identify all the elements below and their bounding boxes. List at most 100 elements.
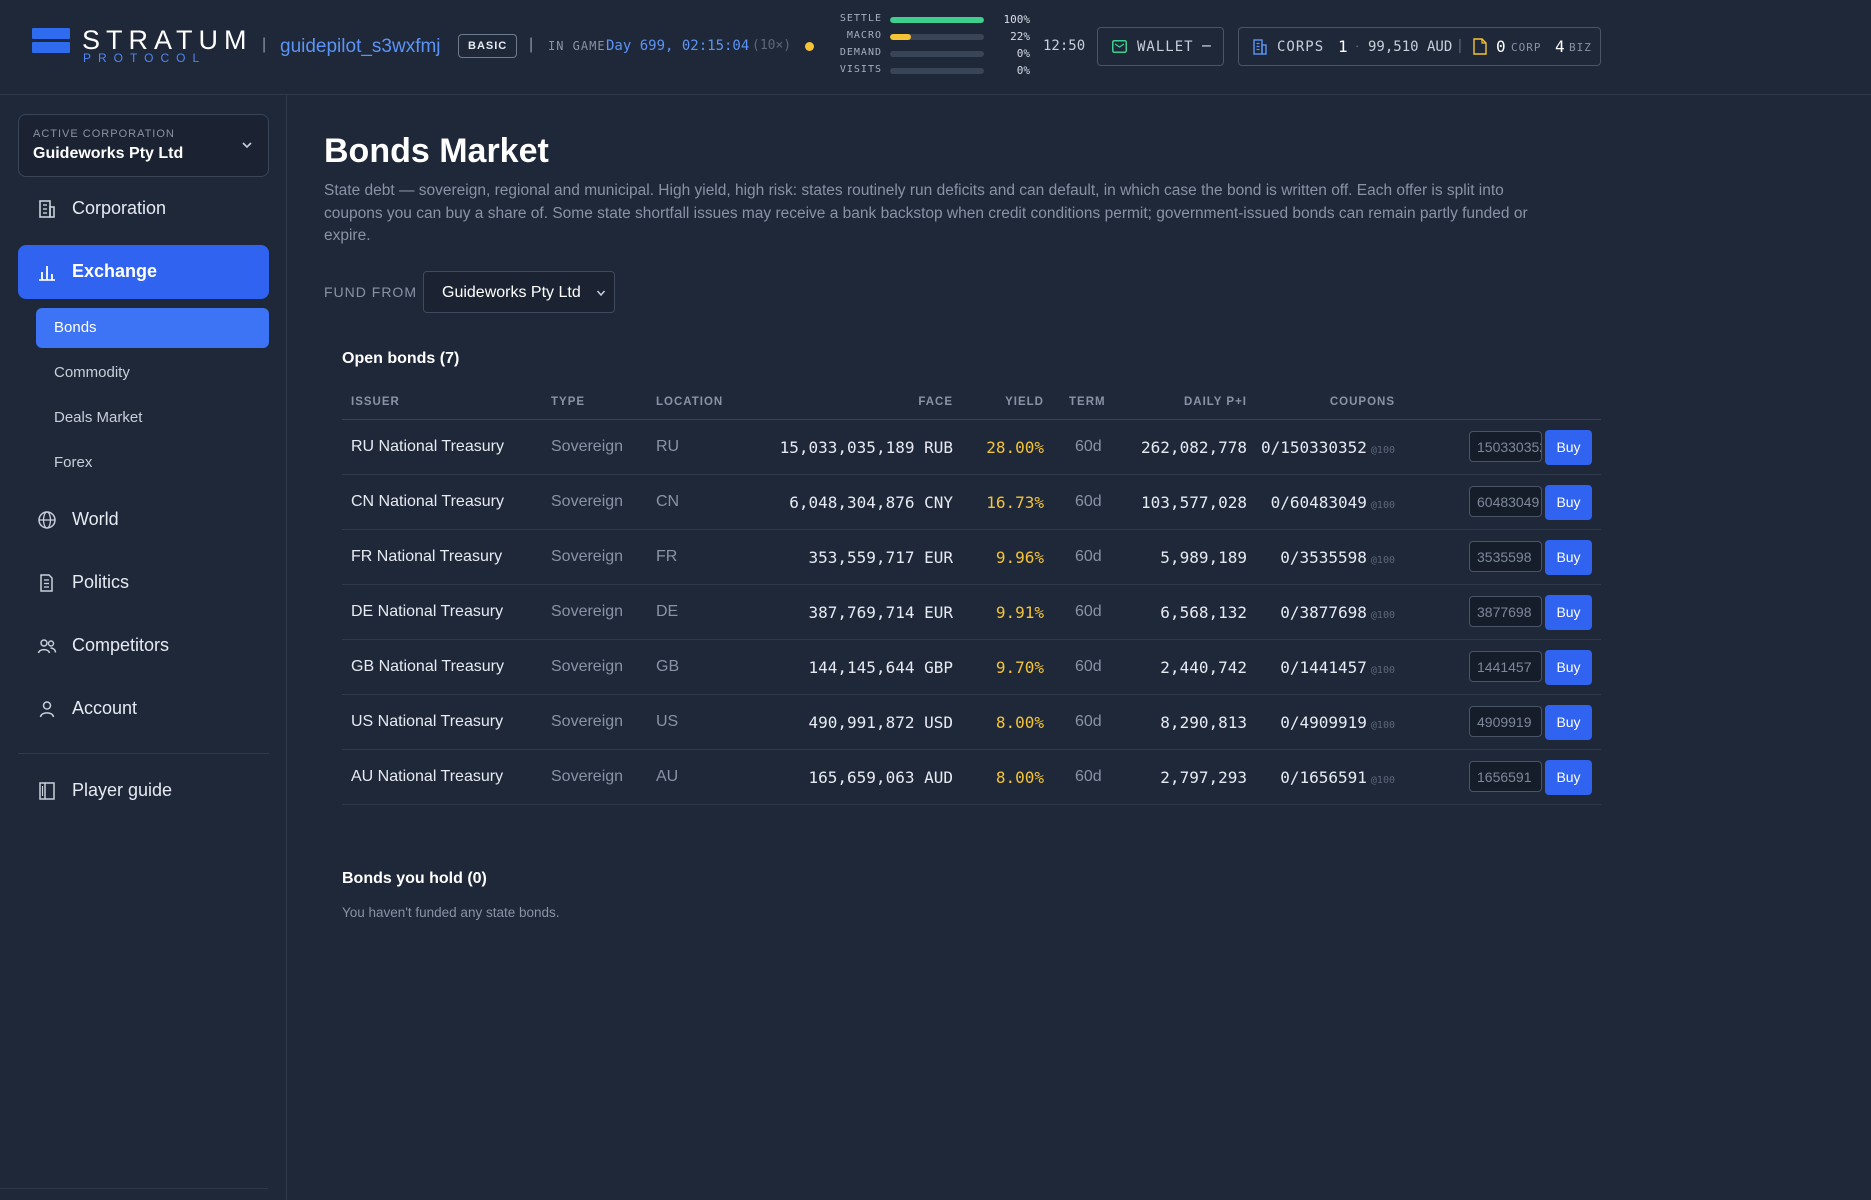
sidebar-subitem-label: Bonds bbox=[54, 319, 97, 336]
bond-yield: 9.91% bbox=[995, 603, 1044, 622]
active-corporation-label: ACTIVE CORPORATION bbox=[33, 128, 175, 140]
sidebar-subitem-commodity[interactable]: Commodity bbox=[36, 353, 269, 393]
meter-label: MACRO bbox=[846, 30, 882, 41]
buy-button[interactable]: Buy bbox=[1545, 705, 1592, 740]
sidebar-item-politics[interactable]: Politics bbox=[18, 556, 269, 610]
bond-coupons-value: 0/1441457 bbox=[1280, 658, 1367, 677]
sidebar-item-exchange[interactable]: Exchange bbox=[18, 245, 269, 299]
corp-count: 0 bbox=[1496, 37, 1506, 56]
bond-coupons: 0/4909919 @100 bbox=[1280, 713, 1395, 732]
bond-face: 144,145,644 GBP bbox=[808, 658, 954, 677]
buy-button[interactable]: Buy bbox=[1545, 595, 1592, 630]
corp-count-label: CORP bbox=[1511, 41, 1542, 54]
page-description: State debt — sovereign, regional and mun… bbox=[324, 180, 1871, 248]
meter-fill bbox=[890, 17, 984, 23]
meter-track bbox=[890, 34, 984, 40]
coupon-quantity-input[interactable] bbox=[1469, 596, 1542, 627]
coupon-quantity-input[interactable] bbox=[1469, 761, 1542, 792]
active-corporation-select[interactable]: ACTIVE CORPORATION Guideworks Pty Ltd bbox=[18, 114, 269, 177]
sidebar-subitem-label: Forex bbox=[54, 454, 93, 471]
fund-from-select[interactable]: Guideworks Pty Ltd bbox=[423, 271, 615, 313]
meter-value: 22% bbox=[1010, 30, 1030, 43]
bond-coupon-unit: @100 bbox=[1370, 775, 1395, 786]
coupon-quantity-input[interactable] bbox=[1469, 541, 1542, 572]
sidebar-subitem-forex[interactable]: Forex bbox=[36, 443, 269, 483]
coupon-quantity-input[interactable] bbox=[1469, 486, 1542, 517]
bond-coupon-unit: @100 bbox=[1370, 555, 1395, 566]
corps-separator: · bbox=[1355, 38, 1360, 53]
meter-label: VISITS bbox=[839, 64, 882, 75]
table-body: RU National Treasury Sovereign RU 15,033… bbox=[342, 420, 1601, 805]
bond-coupons: 0/3877698 @100 bbox=[1280, 603, 1395, 622]
sidebar-item-corporation[interactable]: Corporation bbox=[18, 182, 269, 236]
column-header-yield: YIELD bbox=[1005, 396, 1044, 408]
chevron-down-icon bbox=[596, 290, 606, 297]
meter-value: 0% bbox=[1016, 64, 1030, 77]
buy-button[interactable]: Buy bbox=[1545, 485, 1592, 520]
bond-issuer: RU National Treasury bbox=[351, 438, 504, 455]
sidebar-subitem-bonds[interactable]: Bonds bbox=[36, 308, 269, 348]
bond-term: 60d bbox=[1075, 438, 1102, 455]
buy-button[interactable]: Buy bbox=[1545, 430, 1592, 465]
sidebar-item-account[interactable]: Account bbox=[18, 682, 269, 736]
brand-subtitle: PROTOCOL bbox=[83, 51, 207, 65]
coupon-quantity-input[interactable] bbox=[1469, 651, 1542, 682]
sidebar-item-player-guide[interactable]: Player guide bbox=[18, 764, 269, 818]
bond-coupons: 0/60483049 @100 bbox=[1271, 493, 1395, 512]
sidebar-item-label: Exchange bbox=[72, 261, 158, 281]
bond-daily-pi: 6,568,132 bbox=[1160, 603, 1247, 622]
sidebar-subitem-deals-market[interactable]: Deals Market bbox=[36, 398, 269, 438]
username-link[interactable]: guidepilot_s3wxfmj bbox=[280, 36, 441, 58]
bond-coupons-value: 0/3877698 bbox=[1280, 603, 1367, 622]
coupon-quantity-input[interactable] bbox=[1469, 706, 1542, 737]
sidebar-item-label: World bbox=[72, 509, 119, 529]
bond-location: RU bbox=[656, 438, 680, 455]
meter-value: 0% bbox=[1016, 47, 1030, 60]
bond-coupons: 0/150330352 @100 bbox=[1261, 438, 1395, 457]
users-icon bbox=[37, 639, 57, 654]
bond-location: CN bbox=[656, 493, 680, 510]
meter-track bbox=[890, 68, 984, 74]
bond-coupon-unit: @100 bbox=[1370, 720, 1395, 731]
column-header-face: FACE bbox=[918, 396, 953, 408]
ingame-label: IN GAME bbox=[548, 39, 606, 53]
bond-issuer: US National Treasury bbox=[351, 713, 504, 730]
sidebar-divider bbox=[0, 1188, 268, 1189]
table-row: FR National Treasury Sovereign FR 353,55… bbox=[342, 530, 1601, 585]
main-content: Bonds Market State debt — sovereign, reg… bbox=[288, 96, 1871, 1200]
bond-type: Sovereign bbox=[551, 768, 624, 785]
buy-button[interactable]: Buy bbox=[1545, 540, 1592, 575]
wallet-icon bbox=[1112, 40, 1127, 53]
logo-icon bbox=[32, 28, 72, 54]
ingame-speed: (10×) bbox=[752, 38, 792, 53]
bond-type: Sovereign bbox=[551, 658, 624, 675]
corps-summary-button[interactable]: CORPS 1 · 99,510 AUD | 0 CORP 4 BIZ bbox=[1238, 27, 1601, 66]
building-icon bbox=[39, 200, 55, 218]
buy-button[interactable]: Buy bbox=[1545, 760, 1592, 795]
corps-label: CORPS bbox=[1277, 39, 1325, 55]
bond-face: 6,048,304,876 CNY bbox=[789, 493, 953, 512]
meter-track bbox=[890, 51, 984, 57]
buy-button[interactable]: Buy bbox=[1545, 650, 1592, 685]
table-row: GB National Treasury Sovereign GB 144,14… bbox=[342, 640, 1601, 695]
bond-face: 165,659,063 AUD bbox=[808, 768, 954, 787]
sidebar-item-competitors[interactable]: Competitors bbox=[18, 619, 269, 673]
coupon-quantity-input[interactable] bbox=[1469, 431, 1542, 462]
bond-daily-pi: 8,290,813 bbox=[1160, 713, 1247, 732]
bond-issuer: CN National Treasury bbox=[351, 493, 504, 510]
bond-coupons-value: 0/150330352 bbox=[1260, 438, 1367, 457]
bond-coupon-unit: @100 bbox=[1370, 500, 1395, 511]
bond-type: Sovereign bbox=[551, 713, 624, 730]
bond-coupons: 0/1656591 @100 bbox=[1280, 768, 1395, 787]
sidebar-item-label: Politics bbox=[72, 572, 130, 592]
wallet-button[interactable]: WALLET – bbox=[1097, 27, 1224, 66]
bond-type: Sovereign bbox=[551, 493, 624, 510]
table-header: ISSUER TYPE LOCATION FACE YIELD TERM DAI… bbox=[342, 386, 1601, 420]
bond-coupons-value: 0/60483049 bbox=[1270, 493, 1367, 512]
sidebar-item-world[interactable]: World bbox=[18, 493, 269, 547]
column-header-location: LOCATION bbox=[656, 396, 724, 408]
table-row: US National Treasury Sovereign US 490,99… bbox=[342, 695, 1601, 750]
page-description-line: expire. bbox=[324, 227, 371, 244]
page-description-line: coupons you can buy a share of. Some sta… bbox=[324, 204, 1528, 222]
divider: | bbox=[529, 36, 534, 53]
